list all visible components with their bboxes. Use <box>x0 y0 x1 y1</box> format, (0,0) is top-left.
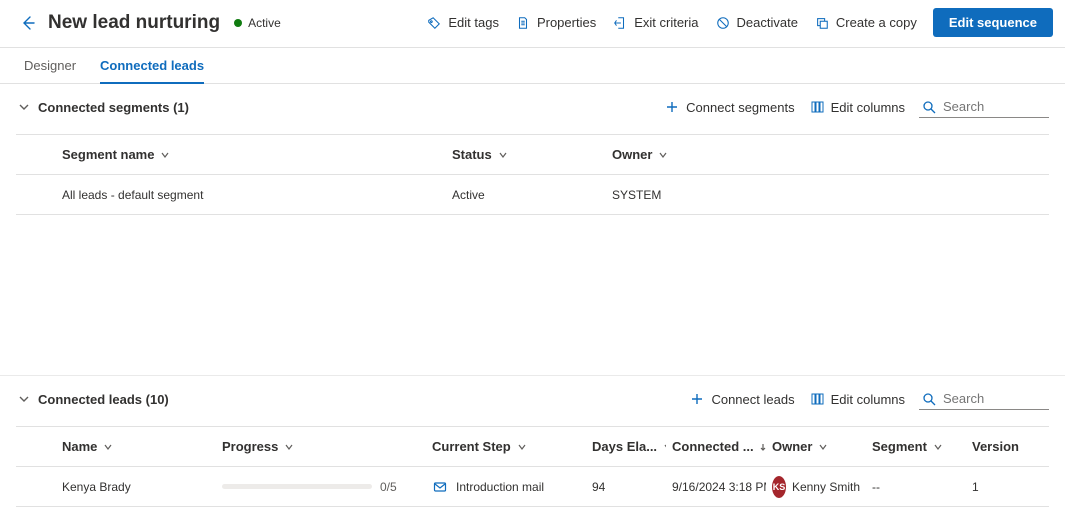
create-copy-button[interactable]: Create a copy <box>806 11 925 35</box>
section-title: Connected segments (1) <box>38 100 189 115</box>
cell-segment: -- <box>866 480 966 494</box>
leads-grid: Name Progress Current Step Days Ela... C… <box>16 426 1049 516</box>
sort-desc-icon <box>758 442 766 452</box>
deactivate-icon <box>715 15 731 31</box>
chevron-down-icon <box>160 150 170 160</box>
segments-search[interactable] <box>919 96 1049 118</box>
leads-search-input[interactable] <box>941 390 1041 407</box>
segments-search-input[interactable] <box>941 98 1041 115</box>
columns-icon <box>809 99 825 115</box>
col-days-elapsed[interactable]: Days Ela... <box>586 439 666 454</box>
table-row[interactable]: Kenya Brady 0/5 Introduction mail 94 9/1… <box>16 467 1049 507</box>
col-owner[interactable]: Owner <box>766 439 866 454</box>
chevron-down-icon <box>498 150 508 160</box>
edit-columns-button[interactable]: Edit columns <box>809 391 905 407</box>
tab-designer[interactable]: Designer <box>24 48 76 83</box>
connected-segments-section: Connected segments (1) Connect segments … <box>0 84 1065 215</box>
chevron-down-icon <box>933 442 943 452</box>
col-name[interactable]: Name <box>16 439 216 454</box>
page-header: New lead nurturing Active Edit tags Prop… <box>0 0 1065 48</box>
tag-icon <box>426 15 442 31</box>
table-row[interactable]: Reuben Kidd 0/5 Introduction mail 94 9/1… <box>16 507 1049 516</box>
chevron-down-icon <box>103 442 113 452</box>
columns-icon <box>809 391 825 407</box>
cell-current-step: Introduction mail <box>426 479 586 495</box>
edit-sequence-button[interactable]: Edit sequence <box>933 8 1053 37</box>
chevron-down-icon <box>517 442 527 452</box>
edit-columns-button[interactable]: Edit columns <box>809 99 905 115</box>
chevron-down-icon[interactable] <box>16 391 32 407</box>
col-current-step[interactable]: Current Step <box>426 439 586 454</box>
section-title: Connected leads (10) <box>38 392 169 407</box>
col-segment[interactable]: Segment <box>866 439 966 454</box>
col-connected[interactable]: Connected ... <box>666 439 766 454</box>
chevron-down-icon <box>284 442 294 452</box>
edit-tags-button[interactable]: Edit tags <box>418 11 507 35</box>
col-version[interactable]: Version <box>966 439 1026 454</box>
plus-icon <box>664 99 680 115</box>
progress-bar <box>222 484 372 489</box>
deactivate-button[interactable]: Deactivate <box>707 11 806 35</box>
cell-segment-name: All leads - default segment <box>16 188 446 202</box>
tab-connected-leads[interactable]: Connected leads <box>100 48 204 83</box>
cell-connected: 9/16/2024 3:18 PM <box>666 480 766 494</box>
document-icon <box>515 15 531 31</box>
cell-owner: SYSTEM <box>606 188 1049 202</box>
cell-days: 94 <box>586 480 666 494</box>
search-icon <box>921 391 937 407</box>
cell-version: 1 <box>966 480 1026 494</box>
chevron-down-icon[interactable] <box>16 99 32 115</box>
page-title: New lead nurturing <box>48 12 220 34</box>
mail-icon <box>432 479 448 495</box>
col-owner[interactable]: Owner <box>606 147 1049 162</box>
chevron-down-icon <box>818 442 828 452</box>
cell-progress: 0/5 <box>216 480 426 494</box>
properties-button[interactable]: Properties <box>507 11 604 35</box>
cell-name: Kenya Brady <box>16 480 216 494</box>
col-status[interactable]: Status <box>446 147 606 162</box>
col-progress[interactable]: Progress <box>216 439 426 454</box>
status-dot-icon <box>234 19 242 27</box>
search-icon <box>921 99 937 115</box>
cell-owner: KS Kenny Smith <box>766 476 866 498</box>
segments-grid: Segment name Status Owner All leads - de… <box>16 134 1049 215</box>
status-text: Active <box>248 16 281 30</box>
cell-status: Active <box>446 188 606 202</box>
leads-grid-header: Name Progress Current Step Days Ela... C… <box>16 427 1049 467</box>
col-segment-name[interactable]: Segment name <box>16 147 446 162</box>
connect-segments-button[interactable]: Connect segments <box>664 99 794 115</box>
copy-icon <box>814 15 830 31</box>
segments-grid-header: Segment name Status Owner <box>16 135 1049 175</box>
leads-search[interactable] <box>919 388 1049 410</box>
chevron-down-icon <box>1025 442 1026 452</box>
exit-criteria-button[interactable]: Exit criteria <box>604 11 706 35</box>
chevron-down-icon <box>658 150 668 160</box>
avatar: KS <box>772 476 786 498</box>
back-button[interactable] <box>16 11 40 35</box>
status-badge: Active <box>234 16 281 30</box>
progress-text: 0/5 <box>380 480 397 494</box>
connect-leads-button[interactable]: Connect leads <box>689 391 794 407</box>
tabs: Designer Connected leads <box>0 48 1065 84</box>
exit-icon <box>612 15 628 31</box>
connected-leads-section: Connected leads (10) Connect leads Edit … <box>0 375 1065 516</box>
plus-icon <box>689 391 705 407</box>
table-row[interactable]: All leads - default segment Active SYSTE… <box>16 175 1049 215</box>
